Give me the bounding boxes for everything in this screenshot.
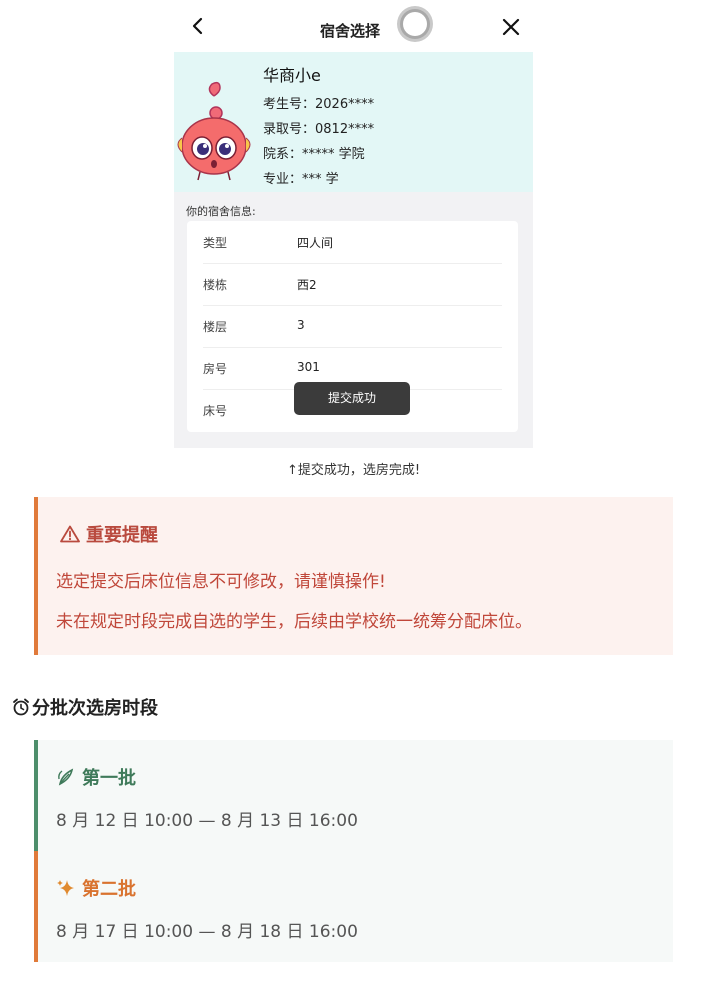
dorm-value: 3 xyxy=(297,318,305,332)
page-title: 宿舍选择 xyxy=(320,22,381,40)
notice-title: 重要提醒 xyxy=(60,521,158,547)
batch-time: 8 月 17 日 10:00 — 8 月 18 日 16:00 xyxy=(56,922,358,942)
warning-icon xyxy=(60,525,80,543)
department: 院系：***** 学院 xyxy=(263,147,365,162)
batch-card-1: 第一批 8 月 12 日 10:00 — 8 月 13 日 16:00 xyxy=(34,740,673,851)
leaf-icon xyxy=(58,768,74,786)
dorm-value: 四人间 xyxy=(297,236,334,250)
page: 宿舍选择 华商小e 考生号：2026**** 录取号：0812**** 院系：*… xyxy=(0,0,707,990)
notice-title-text: 重要提醒 xyxy=(86,525,158,546)
avatar xyxy=(177,81,251,181)
notice-line-2: 未在规定时段完成自选的学生，后续由学校统一统筹分配床位。 xyxy=(56,612,532,632)
schedule-heading-text: 分批次选房时段 xyxy=(32,698,158,719)
screenshot-caption: ↑提交成功，选房完成! xyxy=(286,463,421,478)
dorm-label: 楼栋 xyxy=(203,278,228,292)
student-name: 华商小e xyxy=(263,66,321,85)
dorm-value: 301 xyxy=(297,360,320,374)
dorm-label: 楼层 xyxy=(203,320,228,334)
batch-card-2: 第二批 8 月 17 日 10:00 — 8 月 18 日 16:00 xyxy=(34,851,673,962)
dorm-label: 类型 xyxy=(203,236,228,250)
dorm-label: 房号 xyxy=(203,362,228,376)
back-icon[interactable] xyxy=(188,16,208,36)
profile-info: 华商小e 考生号：2026**** 录取号：0812**** 院系：***** … xyxy=(263,62,374,192)
alarm-clock-icon xyxy=(13,698,29,716)
close-icon[interactable] xyxy=(501,17,521,37)
top-bar: 宿舍选择 xyxy=(174,0,533,52)
dorm-row-type: 类型 四人间 xyxy=(203,221,502,264)
profile-card: 华商小e 考生号：2026**** 录取号：0812**** 院系：***** … xyxy=(174,52,533,192)
phone-screenshot: 宿舍选择 华商小e 考生号：2026**** 录取号：0812**** 院系：*… xyxy=(174,0,533,448)
dorm-info-caption: 你的宿舍信息: xyxy=(186,205,256,218)
batch-title: 第一批 xyxy=(56,764,136,790)
dorm-label: 床号 xyxy=(203,404,228,418)
dorm-value: 西2 xyxy=(297,278,317,292)
exam-number: 考生号：2026**** xyxy=(263,97,375,112)
major: 专业：*** 学 xyxy=(263,172,339,187)
sparkle-icon xyxy=(57,880,74,896)
batch-title: 第二批 xyxy=(56,875,136,901)
dorm-row-floor: 楼层 3 xyxy=(203,305,502,348)
important-notice: 重要提醒 选定提交后床位信息不可修改，请谨慎操作! 未在规定时段完成自选的学生，… xyxy=(34,497,673,655)
batch-time: 8 月 12 日 10:00 — 8 月 13 日 16:00 xyxy=(56,811,358,831)
toast-message: 提交成功 xyxy=(294,382,410,415)
admission-number: 录取号：0812**** xyxy=(263,122,375,137)
batch-title-text: 第二批 xyxy=(82,879,136,900)
notice-line-1: 选定提交后床位信息不可修改，请谨慎操作! xyxy=(56,572,386,592)
schedule-heading: 分批次选房时段 xyxy=(12,694,158,720)
loading-spinner-icon xyxy=(397,6,433,42)
dorm-row-building: 楼栋 西2 xyxy=(203,263,502,306)
batch-title-text: 第一批 xyxy=(82,768,136,789)
